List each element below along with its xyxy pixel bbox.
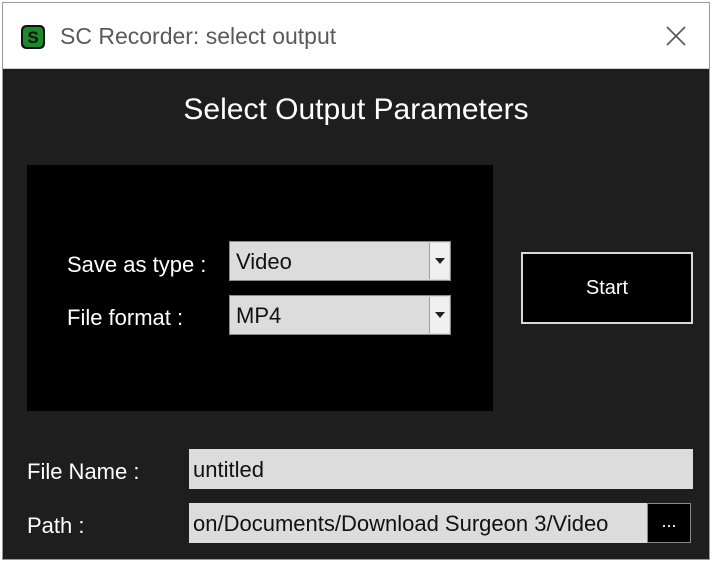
close-icon[interactable] [665, 25, 687, 47]
save-as-type-value: Video [236, 249, 292, 274]
save-as-type-dropdown[interactable]: Video [229, 241, 451, 281]
options-panel [27, 165, 493, 411]
chevron-down-icon[interactable] [429, 243, 449, 279]
browse-button[interactable]: ... [647, 503, 691, 543]
file-format-value: MP4 [236, 303, 282, 328]
sc-recorder-logo-icon: S [21, 25, 45, 49]
path-input[interactable]: on/Documents/Download Surgeon 3/Video [189, 503, 647, 543]
file-name-value: untitled [193, 457, 264, 482]
path-label: Path : [27, 513, 85, 538]
file-name-label: File Name : [27, 459, 140, 484]
file-format-label: File format : [67, 305, 184, 330]
save-as-type-label: Save as type : [67, 252, 207, 277]
path-value: on/Documents/Download Surgeon 3/Video [193, 511, 609, 536]
file-name-input[interactable]: untitled [189, 449, 693, 489]
file-format-dropdown[interactable]: MP4 [229, 295, 451, 335]
page-title: Select Output Parameters [183, 93, 529, 126]
start-button[interactable]: Start [521, 252, 693, 324]
chevron-down-icon[interactable] [429, 297, 449, 333]
select-output-window: S SC Recorder: select output Select Outp… [2, 2, 710, 560]
window-title: SC Recorder: select output [60, 23, 337, 49]
title-bar: S SC Recorder: select output [3, 3, 709, 69]
svg-text:S: S [27, 28, 38, 47]
